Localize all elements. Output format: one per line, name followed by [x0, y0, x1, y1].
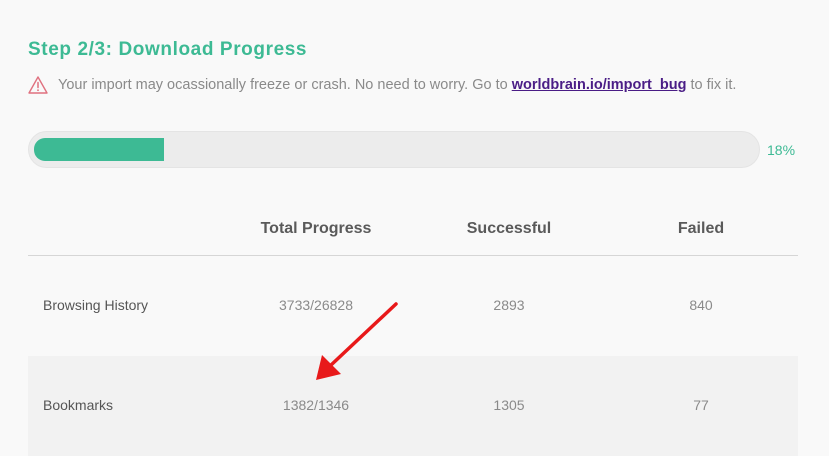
header-total-progress: Total Progress [260, 220, 372, 237]
table-header-row: Total Progress Successful Failed [28, 206, 798, 256]
import-bug-link[interactable]: worldbrain.io/import_bug [512, 77, 687, 93]
table-row: Bookmarks 1382/1346 1305 77 [28, 356, 798, 456]
row-label-browsing-history: Browsing History [43, 297, 149, 313]
header-successful: Successful [466, 220, 552, 237]
progress-bar-fill [34, 138, 164, 161]
cell-failed: 840 [689, 297, 713, 313]
warning-text-after: to fix it. [690, 77, 737, 93]
import-progress-table: Total Progress Successful Failed Browsin… [28, 206, 798, 456]
import-warning: Your import may ocassionally freeze or c… [28, 74, 736, 96]
progress-percent: 18% [767, 142, 796, 158]
download-progress-bar [28, 131, 760, 168]
table-row: Browsing History 3733/26828 2893 840 [28, 256, 798, 354]
warning-triangle-icon [28, 75, 48, 95]
header-failed: Failed [677, 220, 725, 237]
warning-text-before: Your import may ocassionally freeze or c… [58, 77, 508, 93]
cell-successful: 2893 [493, 297, 525, 313]
cell-total-progress: 1382/1346 [282, 397, 350, 413]
cell-total-progress: 3733/26828 [279, 297, 353, 313]
step-title: Step 2/3: Download Progress [28, 39, 308, 60]
cell-successful: 1305 [493, 397, 525, 413]
cell-failed: 77 [693, 397, 709, 413]
row-label-bookmarks: Bookmarks [43, 397, 114, 413]
